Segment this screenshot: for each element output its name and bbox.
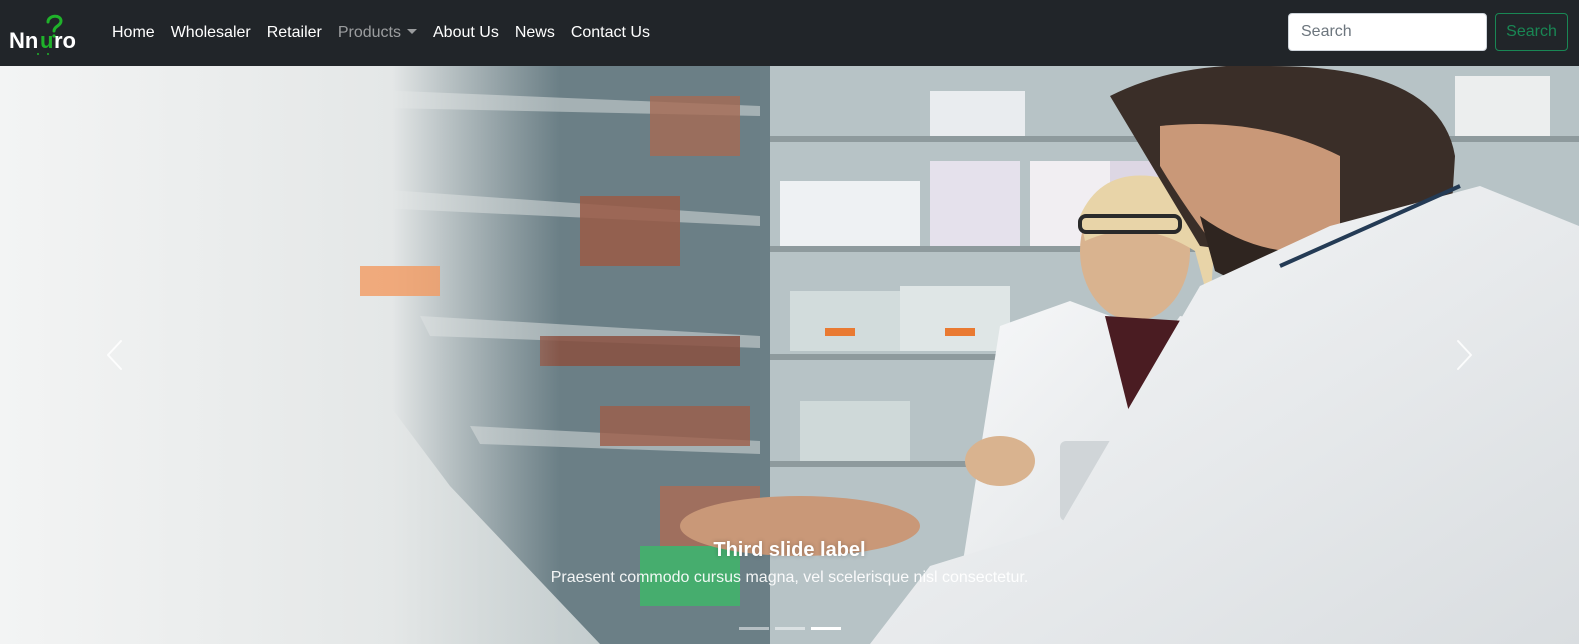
svg-text:ro: ro xyxy=(54,28,76,53)
search-input[interactable] xyxy=(1288,13,1487,51)
search-button[interactable]: Search xyxy=(1495,13,1568,51)
slide-caption-text: Praesent commodo cursus magna, vel scele… xyxy=(550,569,1029,586)
nav-news[interactable]: News xyxy=(507,0,563,66)
nav-products-dropdown[interactable]: Products xyxy=(330,0,425,66)
nnuro-logo-icon: Nn u ro xyxy=(9,14,76,55)
svg-text:Nn: Nn xyxy=(9,28,38,53)
svg-text:u: u xyxy=(40,28,53,53)
slide-caption: Third slide label Praesent commodo cursu… xyxy=(0,536,1579,590)
carousel-indicator-1[interactable] xyxy=(738,627,769,630)
search-form: Search xyxy=(1288,13,1568,51)
slide-caption-title: Third slide label xyxy=(713,539,866,561)
nav-about-us[interactable]: About Us xyxy=(425,0,507,66)
main-nav: Home Wholesaler Retailer Products About … xyxy=(104,0,658,66)
hero-carousel: Third slide label Praesent commodo cursu… xyxy=(0,66,1579,644)
nav-contact-us[interactable]: Contact Us xyxy=(563,0,658,66)
nav-products-label: Products xyxy=(337,24,401,41)
nav-wholesaler[interactable]: Wholesaler xyxy=(163,0,259,66)
brand-logo[interactable]: Nn u ro xyxy=(8,8,88,58)
nav-retailer[interactable]: Retailer xyxy=(259,0,330,66)
carousel-indicators xyxy=(0,627,1579,630)
top-navbar: Nn u ro Home Wholesaler Retailer Product… xyxy=(0,0,1579,66)
chevron-left-icon xyxy=(107,340,122,370)
chevron-right-icon xyxy=(1457,340,1472,370)
caret-down-icon xyxy=(407,29,417,34)
carousel-indicator-2[interactable] xyxy=(774,627,805,630)
carousel-indicator-3[interactable] xyxy=(810,627,841,630)
nav-home[interactable]: Home xyxy=(104,0,163,66)
